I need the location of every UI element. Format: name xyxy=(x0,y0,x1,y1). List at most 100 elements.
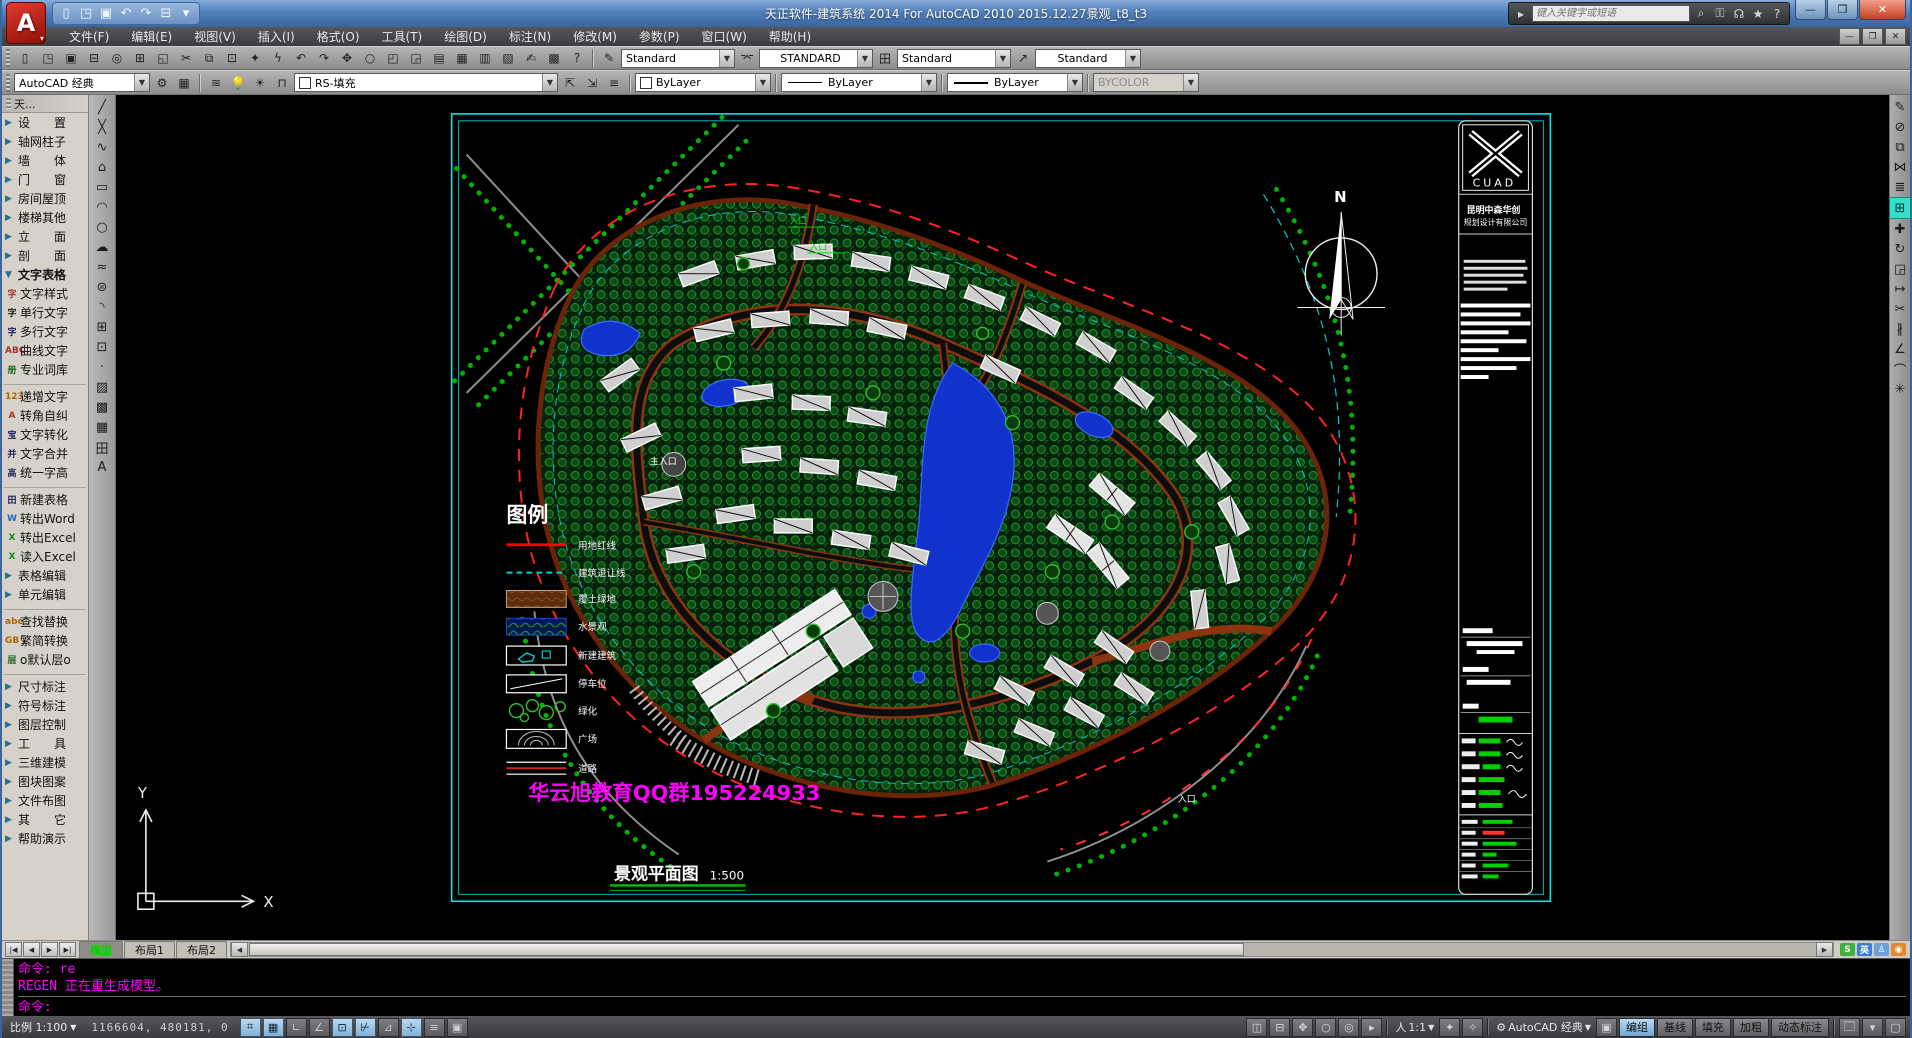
sidebar-item-23[interactable]: X转出Excel xyxy=(2,528,88,547)
layer-off-icon[interactable]: 💡 xyxy=(227,73,249,93)
lwt-toggle[interactable]: ≡ xyxy=(424,1018,445,1037)
workspace-save-icon[interactable]: ▦ xyxy=(173,73,195,93)
doc-restore-button[interactable]: ❐ xyxy=(1862,28,1883,45)
linetype-dropdown[interactable]: ByLayer▼ xyxy=(781,73,937,92)
sidebar-item-19[interactable]: 高统一字高 xyxy=(2,463,88,482)
infocenter-search-input[interactable] xyxy=(1532,5,1690,22)
sidebar-item-34[interactable]: ▶图层控制 xyxy=(2,715,88,734)
subscription-icon[interactable]: ⚿ xyxy=(1712,6,1728,21)
autocad-logo-button[interactable]: A▾ xyxy=(6,2,46,44)
polar-toggle[interactable]: ∠ xyxy=(309,1018,330,1037)
sidebar-item-35[interactable]: ▶工 具 xyxy=(2,734,88,753)
sidebar-item-22[interactable]: W转出Word xyxy=(2,509,88,528)
ime-sogou-icon[interactable]: S xyxy=(1840,943,1855,956)
offset-icon[interactable]: ≣ xyxy=(1890,177,1910,197)
spline-icon[interactable]: ≈ xyxy=(92,257,112,277)
menu-item-8[interactable]: 修改(M) xyxy=(562,28,628,45)
layer-states-icon[interactable]: ≡ xyxy=(603,73,625,93)
menu-item-10[interactable]: 窗口(W) xyxy=(691,28,758,45)
menu-item-3[interactable]: 插入(I) xyxy=(247,28,306,45)
sidebar-item-5[interactable]: ▶楼梯其他 xyxy=(2,208,88,227)
sidebar-item-28[interactable]: abc查找替换 xyxy=(2,612,88,631)
annotation-autoscale-icon[interactable]: ✧ xyxy=(1462,1018,1483,1037)
close-button[interactable]: ✕ xyxy=(1859,0,1906,20)
scroll-right-icon[interactable]: ▶ xyxy=(1816,942,1833,957)
tray-plot-icon[interactable]: 🗔 xyxy=(1839,1018,1860,1037)
command-text-area[interactable]: 命令: re REGEN 正在重生成模型。 命令: xyxy=(14,959,1910,1016)
multileader-style-dropdown[interactable]: Standard▼ xyxy=(1035,49,1141,68)
annotation-visibility-icon[interactable]: ✦ xyxy=(1439,1018,1460,1037)
qat-dropdown-icon[interactable]: ▾ xyxy=(177,5,195,23)
horizontal-scrollbar[interactable]: ◀ ▶ xyxy=(230,942,1834,957)
steering-wheel-icon[interactable]: ◎ xyxy=(1338,1018,1359,1037)
ime-feed-icon[interactable]: ◉ xyxy=(1891,943,1906,956)
annotative-icon[interactable]: ϟ xyxy=(267,48,289,68)
sidebar-item-6[interactable]: ▶立 面 xyxy=(2,227,88,246)
model-space-icon[interactable]: ◫ xyxy=(1246,1018,1267,1037)
gradient-icon[interactable]: ▩ xyxy=(92,397,112,417)
otrack-toggle[interactable]: ⊬ xyxy=(355,1018,376,1037)
redo-icon[interactable]: ↷ xyxy=(313,48,335,68)
open-icon[interactable]: ◳ xyxy=(37,48,59,68)
table-style-dropdown[interactable]: Standard▼ xyxy=(897,49,1011,68)
tab-layout1[interactable]: 布局1 xyxy=(124,941,175,958)
sidebar-item-1[interactable]: ▶轴网柱子 xyxy=(2,132,88,151)
infocenter-collapse-icon[interactable]: ▸ xyxy=(1513,7,1529,21)
open-icon[interactable]: ◳ xyxy=(77,5,95,23)
sidebar-item-36[interactable]: ▶三维建模 xyxy=(2,753,88,772)
sidebar-item-16[interactable]: A转角自纠 xyxy=(2,406,88,425)
command-grip[interactable] xyxy=(2,959,14,1016)
move-icon[interactable]: ✚ xyxy=(1890,219,1910,239)
text-style-icon[interactable]: ✎ xyxy=(598,48,620,68)
save-icon[interactable]: ▣ xyxy=(97,5,115,23)
sidebar-item-24[interactable]: X读入Excel xyxy=(2,547,88,566)
rotate-icon[interactable]: ↻ xyxy=(1890,239,1910,259)
tray-dropdown-icon[interactable]: ▾ xyxy=(1862,1018,1883,1037)
toolpalettes-icon[interactable]: ▥ xyxy=(474,48,496,68)
region-icon[interactable]: ▦ xyxy=(92,417,112,437)
save-icon[interactable]: ▣ xyxy=(60,48,82,68)
layer-previous-icon[interactable]: ⇲ xyxy=(581,73,603,93)
zoom-realtime-icon[interactable]: ○ xyxy=(359,48,381,68)
zoom-icon[interactable]: ○ xyxy=(1315,1018,1336,1037)
array-icon[interactable]: ⊞ xyxy=(1889,197,1911,219)
qp-toggle[interactable]: ▣ xyxy=(447,1018,468,1037)
plot-icon[interactable]: ⊟ xyxy=(83,48,105,68)
menu-item-0[interactable]: 文件(F) xyxy=(58,28,120,45)
annotation-scale-control[interactable]: 人1:1▼ xyxy=(1392,1019,1437,1035)
sidebar-item-11[interactable]: 字多行文字 xyxy=(2,322,88,341)
lineweight-dropdown[interactable]: ByLayer▼ xyxy=(947,73,1083,92)
ellipse-icon[interactable]: ⊜ xyxy=(92,277,112,297)
trim-icon[interactable]: ✂ xyxy=(1890,299,1910,319)
explode-icon[interactable]: ✳ xyxy=(1890,379,1910,399)
snap-toggle[interactable]: ⌗ xyxy=(240,1018,261,1037)
new-icon[interactable]: ▯ xyxy=(14,48,36,68)
sidebar-item-32[interactable]: ▶尺寸标注 xyxy=(2,677,88,696)
ortho-toggle[interactable]: ∟ xyxy=(286,1018,307,1037)
clean-screen-icon[interactable]: ▢ xyxy=(1885,1018,1906,1037)
point-icon[interactable]: · xyxy=(92,357,112,377)
prev-tab-button[interactable]: ◀ xyxy=(23,942,40,957)
sidebar-item-3[interactable]: ▶门 窗 xyxy=(2,170,88,189)
toolbar-grip[interactable] xyxy=(6,74,10,92)
rectangle-icon[interactable]: ▭ xyxy=(92,177,112,197)
next-tab-button[interactable]: ▶ xyxy=(41,942,58,957)
properties-icon[interactable]: ▤ xyxy=(428,48,450,68)
menu-item-5[interactable]: 工具(T) xyxy=(371,28,434,45)
erase-icon[interactable]: ⊘ xyxy=(1890,117,1910,137)
layer-dropdown[interactable]: RS-填充▼ xyxy=(294,73,558,92)
scale-icon[interactable]: ◲ xyxy=(1890,259,1910,279)
grid-toggle[interactable]: ▦ xyxy=(263,1018,284,1037)
ducs-toggle[interactable]: ⊿ xyxy=(378,1018,399,1037)
sidebar-item-18[interactable]: 并文字合并 xyxy=(2,444,88,463)
polyline-icon[interactable]: ∿ xyxy=(92,137,112,157)
osnap-toggle[interactable]: ⊡ xyxy=(332,1018,353,1037)
mtext-icon[interactable]: A xyxy=(92,457,112,477)
show-motion-icon[interactable]: ▸ xyxy=(1361,1018,1382,1037)
insert-block-icon[interactable]: ⊞ xyxy=(92,317,112,337)
sidebar-item-21[interactable]: 田新建表格 xyxy=(2,490,88,509)
ellipse-arc-icon[interactable]: ◝ xyxy=(92,297,112,317)
undo-icon[interactable]: ↶ xyxy=(117,5,135,23)
color-dropdown[interactable]: ByLayer▼ xyxy=(635,73,771,92)
revcloud-icon[interactable]: ☁ xyxy=(92,237,112,257)
